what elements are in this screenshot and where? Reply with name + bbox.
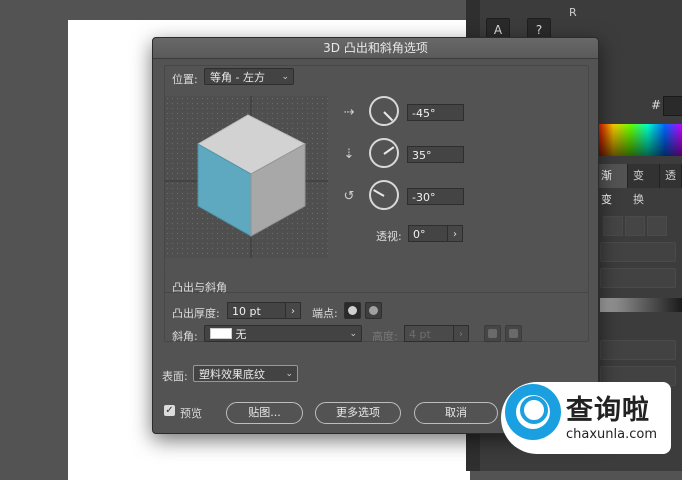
more-options-button[interactable]: 更多选项 <box>315 402 401 424</box>
surface-dropdown[interactable]: 塑料效果底纹 ⌄ <box>193 365 298 382</box>
preview-checkbox[interactable]: ✓ <box>164 405 175 416</box>
watermark-text: 查询啦 <box>566 395 650 426</box>
dialog-title: 3D 凸出和斜角选项 <box>153 38 598 59</box>
bevel-out-button[interactable] <box>484 325 501 342</box>
panel-dropdown[interactable] <box>600 268 676 288</box>
height-label: 高度: <box>372 330 398 343</box>
surface-label: 表面: <box>162 370 188 383</box>
cap-label: 端点: <box>312 307 338 320</box>
extrude-depth-label: 凸出厚度: <box>172 307 220 320</box>
map-button[interactable]: 贴图... <box>226 402 303 424</box>
cap-on-button[interactable] <box>344 302 361 319</box>
y-rotation-dial[interactable] <box>369 138 399 168</box>
bevel-out-icon <box>488 329 497 338</box>
gradient-slider[interactable] <box>600 298 682 312</box>
cap-off-icon <box>369 306 378 315</box>
panel-dropdown[interactable] <box>600 340 676 360</box>
panel-icon[interactable] <box>625 216 645 236</box>
y-rotation-input[interactable]: 35° <box>407 146 464 163</box>
x-rotation-dial[interactable] <box>369 96 399 126</box>
extrude-bevel-dialog: 3D 凸出和斜角选项 位置: 等角 - 左方 ⌄ ⇢ -45° ⇣ 35° ↺ … <box>152 37 599 434</box>
z-axis-rotate-icon: ↺ <box>343 189 355 204</box>
tab-transform[interactable]: 变换 <box>628 164 660 206</box>
z-rotation-dial[interactable] <box>369 180 399 210</box>
bevel-dropdown[interactable]: 无 ⌄ <box>204 325 362 342</box>
dial-needle <box>373 189 385 197</box>
dial-needle <box>383 146 395 155</box>
hex-label: # <box>651 98 662 112</box>
bevel-section-title: 凸出与斜角 <box>172 281 227 294</box>
position-dropdown[interactable]: 等角 - 左方 ⌄ <box>204 68 294 85</box>
cap-on-icon <box>348 306 357 315</box>
height-stepper[interactable]: › <box>453 325 469 342</box>
preview-label: 预览 <box>180 407 202 420</box>
panel-icon[interactable] <box>647 216 667 236</box>
perspective-input[interactable]: 0° <box>408 225 448 242</box>
cube-preview-track[interactable] <box>165 96 328 258</box>
channel-label: R <box>569 6 577 19</box>
dial-needle <box>383 111 394 122</box>
perspective-stepper[interactable]: › <box>447 225 463 242</box>
y-axis-rotate-icon: ⇣ <box>343 147 355 162</box>
chevron-down-icon: ⌄ <box>349 329 357 339</box>
chevron-down-icon: ⌄ <box>285 369 293 379</box>
panel-tabs: 渐变 变换 透 <box>596 164 682 206</box>
chevron-down-icon: ⌄ <box>281 72 289 82</box>
position-value: 等角 - 左方 <box>210 71 265 84</box>
extrude-depth-stepper[interactable]: › <box>285 302 301 319</box>
watermark-sub: chaxunla.com <box>566 427 657 442</box>
z-rotation-input[interactable]: -30° <box>407 188 464 205</box>
hex-field[interactable] <box>663 96 682 116</box>
height-input[interactable]: 4 pt <box>404 325 454 342</box>
bevel-in-icon <box>509 329 518 338</box>
bevel-swatch <box>210 328 232 339</box>
perspective-label: 透视: <box>376 230 402 243</box>
panel-dropdown[interactable] <box>600 242 676 262</box>
position-label: 位置: <box>172 73 198 86</box>
x-rotation-input[interactable]: -45° <box>407 104 464 121</box>
panel-icon[interactable] <box>603 216 623 236</box>
watermark-q-icon <box>520 396 548 424</box>
surface-value: 塑料效果底纹 <box>199 368 265 381</box>
x-axis-rotate-icon: ⇢ <box>343 105 355 120</box>
bevel-in-button[interactable] <box>505 325 522 342</box>
color-spectrum[interactable] <box>596 124 682 156</box>
bevel-label: 斜角: <box>172 330 198 343</box>
tab-gradient[interactable]: 渐变 <box>596 164 628 206</box>
tab-transparency[interactable]: 透 <box>660 164 682 188</box>
cancel-button[interactable]: 取消 <box>414 402 498 424</box>
cap-off-button[interactable] <box>365 302 382 319</box>
bevel-value: 无 <box>235 328 247 341</box>
cube-preview[interactable] <box>165 96 328 258</box>
extrude-depth-input[interactable]: 10 pt <box>227 302 286 319</box>
